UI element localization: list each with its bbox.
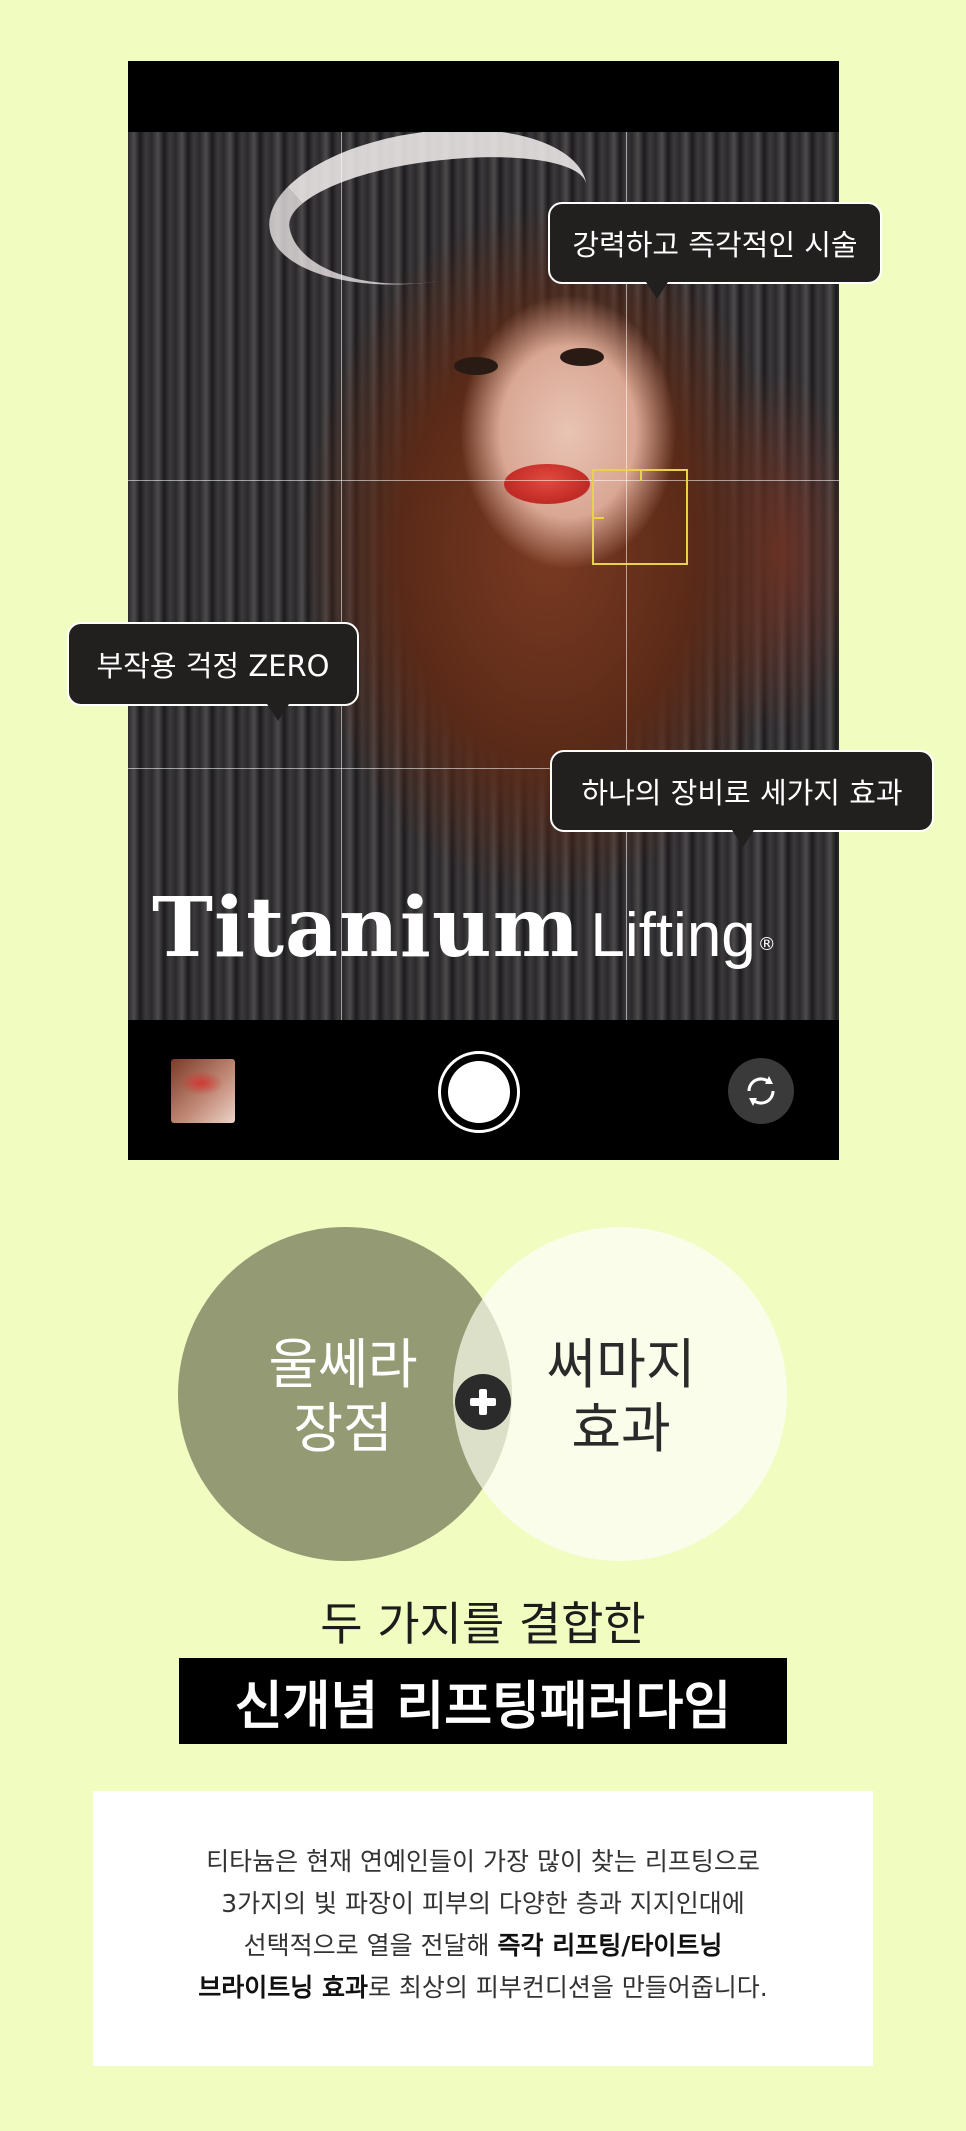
plus-icon (455, 1374, 511, 1430)
bubble-no-side-effects: 부작용 걱정 ZERO (67, 622, 359, 721)
venn-left-line2: 장점 (293, 1397, 393, 1460)
bubble-strong-instant: 강력하고 즉각적인 시술 (548, 202, 882, 299)
desc-line-2: 3가지의 빛 파장이 피부의 다양한 층과 지지인대에 (221, 1889, 745, 1918)
brand-main: Titanium (152, 880, 581, 976)
brand-title: Titanium Lifting ® (152, 880, 776, 976)
desc-line-3-bold: 즉각 리프팅/타이트닝 (497, 1931, 723, 1960)
venn-right-line2: 효과 (571, 1397, 671, 1460)
venn-left-label: 울쎄라 장점 (218, 1333, 468, 1461)
switch-camera-button[interactable] (728, 1058, 794, 1124)
brand-sub: Lifting (590, 901, 756, 970)
venn-right-line1: 써마지 (546, 1333, 696, 1396)
desc-line-4-bold: 브라이트닝 효과 (198, 1973, 368, 2002)
description-text: 티타늄은 현재 연예인들이 가장 많이 찾는 리프팅으로 3가지의 빛 파장이 … (93, 1841, 873, 2009)
plus-glyph (470, 1389, 496, 1415)
headband-shape (259, 132, 597, 304)
desc-line-3-text: 선택적으로 열을 전달해 (243, 1931, 498, 1960)
grid-line (128, 480, 839, 481)
registered-mark: ® (757, 933, 776, 955)
venn-left-line1: 울쎄라 (268, 1333, 418, 1396)
bubble-three-effects: 하나의 장비로 세가지 효과 (550, 750, 934, 847)
description-card: 티타늄은 현재 연예인들이 가장 많이 찾는 리프팅으로 3가지의 빛 파장이 … (93, 1791, 873, 2066)
lips-shape (504, 464, 590, 504)
focus-reticle[interactable] (592, 469, 688, 565)
right-eye-shape (560, 348, 604, 366)
camera-switch-icon (747, 1076, 775, 1106)
headline-highlight-box: 신개념 리프팅패러다임 (179, 1658, 787, 1744)
desc-line-4: 브라이트닝 효과로 최상의 피부컨디션을 만들어줍니다. (93, 1967, 873, 2009)
desc-line-4-text: 로 최상의 피부컨디션을 만들어줍니다. (367, 1973, 768, 2002)
headline-combined: 두 가지를 결합한 (320, 1597, 646, 1651)
headline-new-paradigm: 신개념 리프팅패러다임 (234, 1676, 732, 1737)
desc-line-3: 선택적으로 열을 전달해 즉각 리프팅/타이트닝 (93, 1925, 873, 1967)
shutter-button[interactable] (438, 1051, 520, 1133)
desc-line-1: 티타늄은 현재 연예인들이 가장 많이 찾는 리프팅으로 (206, 1847, 760, 1876)
shutter-inner (448, 1061, 510, 1123)
left-eye-shape (454, 357, 498, 375)
gallery-thumbnail[interactable] (171, 1059, 235, 1123)
venn-right-label: 써마지 효과 (496, 1333, 746, 1461)
page: Titanium Lifting ® 강력하고 즉각적인 시술 부작용 걱정 ZER… (0, 0, 966, 2131)
